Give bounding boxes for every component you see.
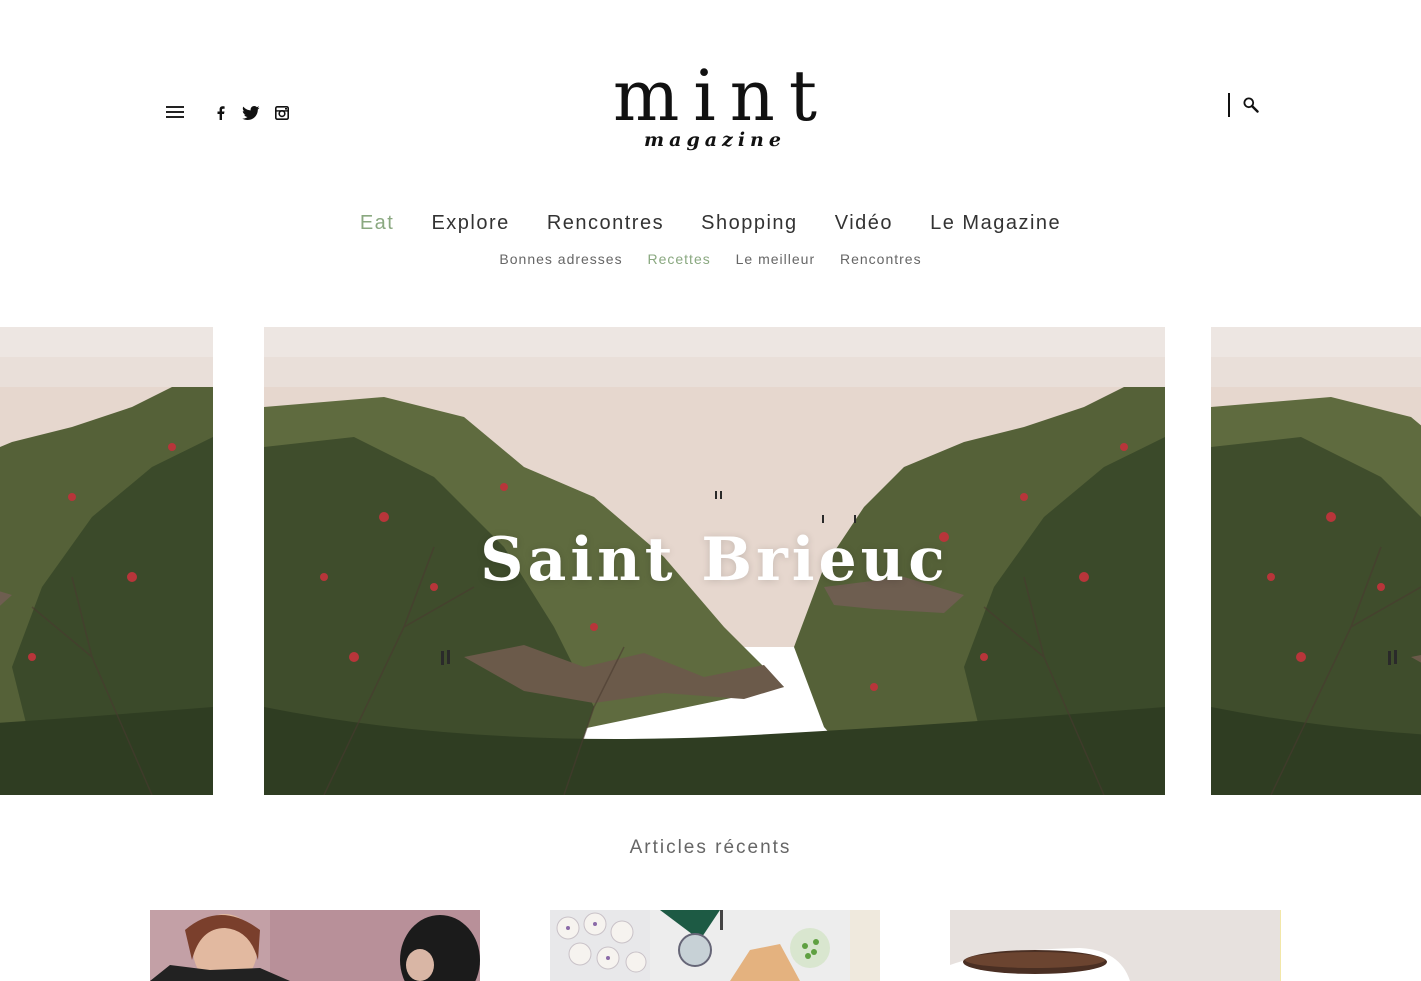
search-icon[interactable] <box>1243 97 1259 113</box>
carousel-slide-prev[interactable] <box>0 327 213 795</box>
logo-title: mint <box>613 55 831 137</box>
article-card[interactable] <box>150 910 480 981</box>
subnav-item-recettes[interactable]: Recettes <box>647 251 710 267</box>
hero-title: Saint Brieuc <box>480 525 949 595</box>
twitter-icon[interactable] <box>242 104 260 122</box>
article-image <box>950 910 1280 981</box>
subnav-item-bonnes-adresses[interactable]: Bonnes adresses <box>499 251 622 267</box>
nav-item-le-magazine[interactable]: Le Magazine <box>930 212 1061 234</box>
nav-item-video[interactable]: Vidéo <box>835 212 893 234</box>
article-card[interactable] <box>950 910 1281 981</box>
facebook-icon[interactable] <box>217 104 225 122</box>
carousel-slide-next[interactable] <box>1211 327 1421 795</box>
subnav-item-le-meilleur[interactable]: Le meilleur <box>736 251 815 267</box>
article-image <box>150 910 480 981</box>
article-card[interactable] <box>550 910 880 981</box>
menu-icon[interactable] <box>166 106 184 120</box>
slide-image <box>1211 327 1421 795</box>
nav-item-eat[interactable]: Eat <box>360 212 395 234</box>
article-image <box>550 910 880 981</box>
main-nav: Eat Explore Rencontres Shopping Vidéo Le… <box>0 212 1421 235</box>
subnav-item-rencontres[interactable]: Rencontres <box>840 251 922 267</box>
recent-articles-title: Articles récents <box>629 837 792 858</box>
instagram-icon[interactable] <box>275 104 289 122</box>
search-divider <box>1228 93 1230 117</box>
nav-item-explore[interactable]: Explore <box>431 212 509 234</box>
slide-image <box>0 327 213 795</box>
logo[interactable]: mint magazine <box>560 54 870 152</box>
nav-item-shopping[interactable]: Shopping <box>701 212 798 234</box>
carousel-slide-current[interactable]: Saint Brieuc <box>264 327 1165 795</box>
sub-nav: Bonnes adresses Recettes Le meilleur Ren… <box>0 251 1421 267</box>
nav-item-rencontres[interactable]: Rencontres <box>547 212 664 234</box>
